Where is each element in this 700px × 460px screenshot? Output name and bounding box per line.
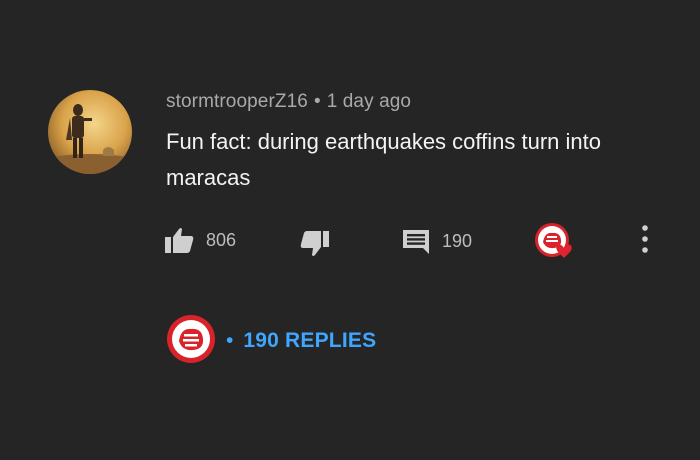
reply-count: 190 (442, 230, 473, 251)
creator-avatar-icon (166, 314, 216, 369)
comment-icon (402, 228, 430, 254)
meta-separator: • (313, 91, 321, 112)
commenter-avatar[interactable] (48, 90, 132, 174)
dislike-button[interactable] (300, 230, 330, 258)
comment-thread: stormtrooperZ16 • 1 day ago Fun fact: duri… (0, 0, 700, 460)
comment-username[interactable]: stormtrooperZ16 (166, 91, 308, 112)
creator-heart-icon (532, 220, 578, 262)
creator-heart[interactable] (532, 220, 578, 262)
view-replies-row[interactable]: • 190 REPLIES (166, 314, 376, 369)
comment-timestamp[interactable]: 1 day ago (327, 91, 411, 112)
comment-meta: stormtrooperZ16 • 1 day ago (166, 91, 411, 113)
thumbs-up-icon (164, 226, 194, 254)
like-button[interactable]: 806 (164, 226, 236, 254)
reply-button[interactable]: 190 (402, 228, 472, 254)
more-vertical-icon (638, 224, 652, 254)
replies-separator: • (226, 329, 234, 352)
like-count: 806 (206, 229, 237, 250)
comment-text: Fun fact: during earthquakes coffins tur… (166, 129, 601, 190)
thumbs-down-icon (300, 230, 330, 258)
more-options-button[interactable] (638, 224, 652, 254)
comment-action-bar: 806 190 (0, 220, 700, 260)
view-replies-link[interactable]: 190 REPLIES (243, 329, 376, 353)
